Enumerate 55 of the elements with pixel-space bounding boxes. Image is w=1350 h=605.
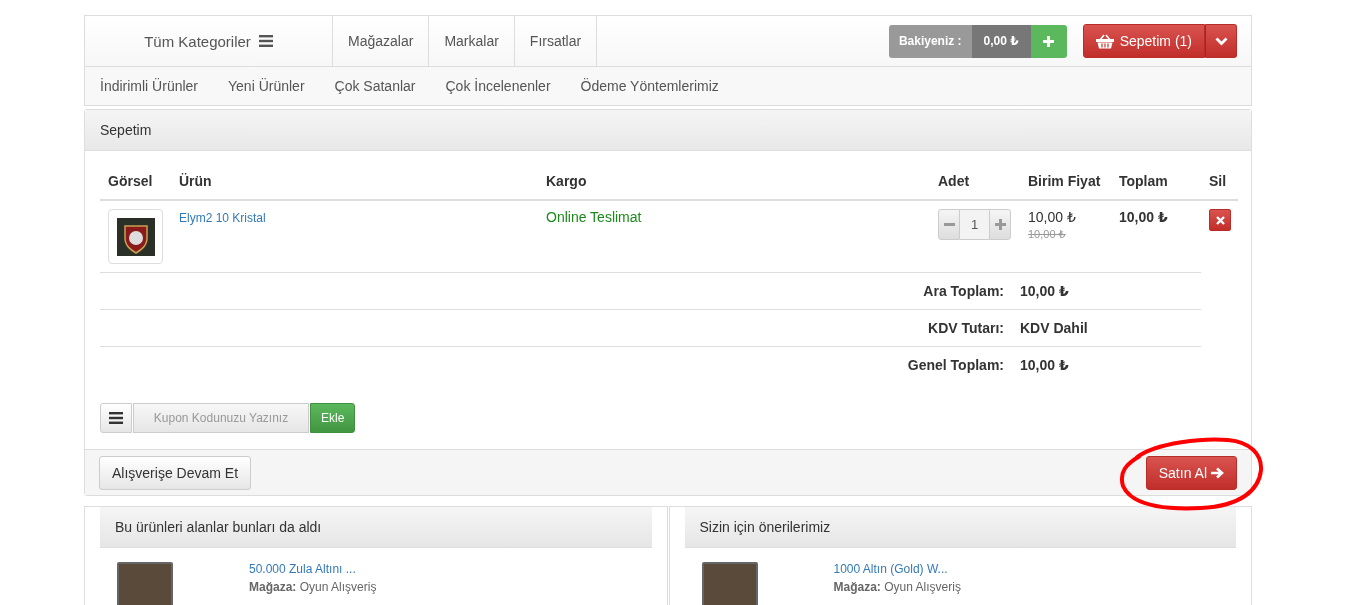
summary-value: 10,00 ₺ [1020,273,1201,310]
close-icon [1215,215,1225,225]
summary-label: Genel Toplam: [906,356,1005,375]
plus-icon [1043,35,1055,47]
minus-icon [943,223,955,226]
summary-value: KDV Dahil [1020,310,1201,347]
checkout-button[interactable]: Satın Al [1145,455,1237,490]
summary-label: KDV Tutarı: [100,310,1020,347]
cart-dropdown-button[interactable] [1205,24,1237,58]
photo-placeholder [701,562,758,605]
column-header: Toplam [1111,173,1201,201]
shipping-text: Online Teslimat [546,209,642,225]
product-link[interactable]: Elym2 10 Kristal [179,211,266,225]
column-header: Sil [1201,173,1238,201]
quantity-field[interactable]: 1 [960,209,989,240]
menu-icon [258,35,273,47]
column-header: Ürün [171,173,538,201]
plus-icon [994,219,1006,230]
column-header: Kargo [538,173,930,201]
old-price: 10,00 ₺ [1028,228,1067,241]
subnav-link[interactable]: İndirimli Ürünler [100,78,199,94]
chevron-down-icon [1214,36,1228,46]
coupon-field[interactable]: Kupon Kodunuzu Yazınız [133,403,309,433]
add-balance-button[interactable] [1030,24,1067,58]
unit-price: 10,00 ₺ [1028,209,1077,225]
delete-button[interactable] [1209,209,1231,231]
product-link[interactable]: 1000 Altın (Gold) W... [833,562,961,576]
summary-label: Ara Toplam: [100,273,1020,310]
balance-label: Bakiyeniz : [888,24,972,58]
subnav-link[interactable]: Yeni Ürünler [228,78,305,94]
cart-button[interactable]: Sepetim (1) [1082,24,1205,58]
cart-panel-title: Sepetim [85,110,1251,151]
arrow-right-icon [1211,466,1224,479]
coupon-menu-button[interactable] [100,403,132,433]
summary-value: 10,00 ₺ [1020,356,1070,375]
shield-logo-image [116,217,155,256]
subnav-link[interactable]: Çok İncelenenler [445,78,551,94]
product-link[interactable]: 50.000 Zula Altını ... [249,562,377,576]
balance-amount: 0,00 ₺ [971,24,1031,58]
store-text: Mağaza: Oyun Alışveriş [833,580,961,594]
basket-icon [1095,33,1114,49]
subnav-link[interactable]: Ödeme Yöntemlerimiz [580,78,719,94]
section-title: Bu ürünleri alanlar bunları da aldı [100,507,652,548]
column-header: Birim Fiyat [1020,173,1111,201]
section-title: Sizin için önerilerimiz [684,507,1236,548]
photo-placeholder [117,562,173,605]
menu-icon [109,412,123,424]
increase-button[interactable] [989,209,1011,240]
decrease-button[interactable] [938,209,960,240]
subnav-link[interactable]: Çok Satanlar [334,78,416,94]
store-text: Mağaza: Oyun Alışveriş [249,580,377,594]
continue-shopping-button[interactable]: Alışverişe Devam Et [99,455,252,490]
line-total: 10,00 ₺ [1119,209,1168,225]
column-header: Görsel [100,173,171,201]
column-header: Adet [930,173,1020,201]
